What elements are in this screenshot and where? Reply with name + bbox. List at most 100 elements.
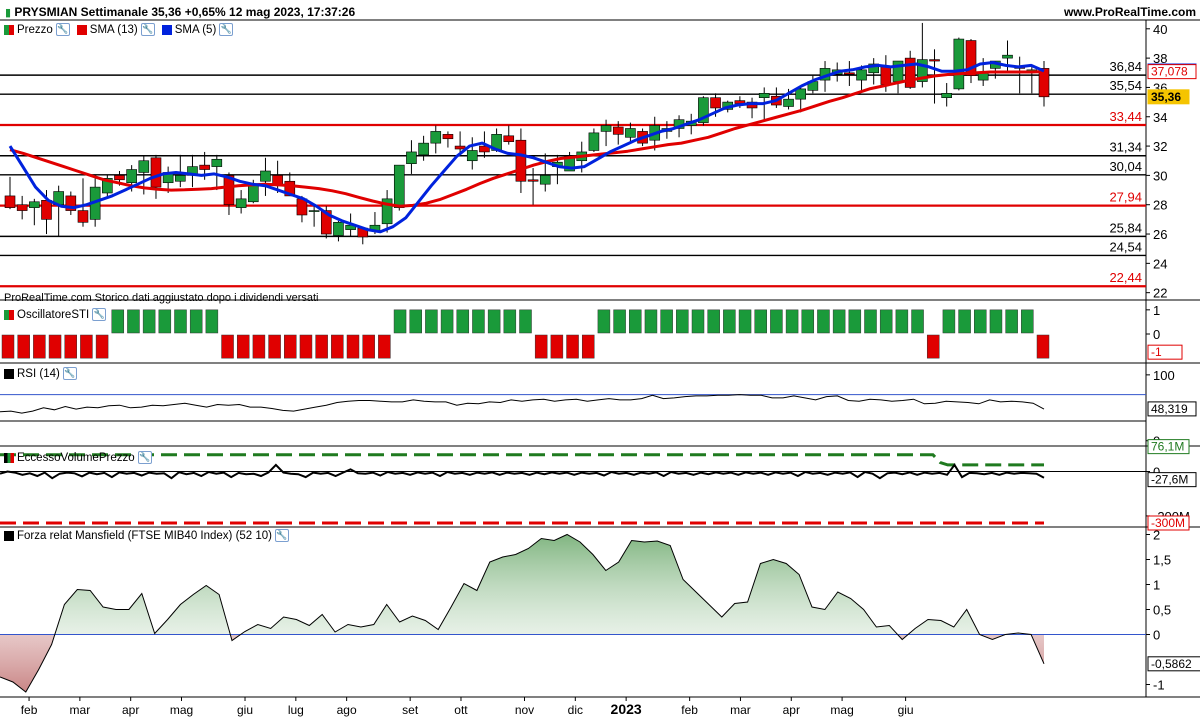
y-tick-label: 28 — [1153, 198, 1167, 213]
candle-body — [430, 131, 442, 144]
rsi-value-tag: 48,319 — [1151, 402, 1188, 416]
sti-bar — [581, 334, 595, 359]
sti-bar — [64, 334, 77, 359]
rsi-legend-label: RSI (14) — [17, 367, 60, 380]
candle-body — [466, 150, 478, 162]
sti-bar — [503, 309, 517, 334]
sti-bar — [566, 334, 579, 359]
y-tick-label: 22 — [1153, 286, 1167, 301]
y-tick-label: 100 — [1153, 368, 1175, 383]
sti-bar — [534, 334, 548, 359]
x-tick-label: mag — [830, 703, 853, 717]
wrench-icon[interactable]: 🔧 — [275, 529, 290, 542]
x-tick-label: mag — [170, 703, 193, 717]
evp-legend-label: EccessoVolumePrezzo — [17, 451, 135, 464]
sma5-legend-label: SMA (5) — [174, 23, 217, 36]
sti-bar — [723, 309, 736, 334]
sti-bar — [346, 334, 360, 359]
sti-bar — [487, 309, 501, 334]
candle-body — [844, 72, 855, 75]
y-tick-label: 1 — [1153, 578, 1160, 593]
sti-bar — [942, 309, 956, 334]
y-tick-label: 26 — [1153, 227, 1167, 242]
wrench-icon[interactable]: 🔧 — [62, 367, 77, 380]
chart-canvas: feb mar apr mag giu lug ago set ott nov dic 2023 feb… — [0, 19, 1200, 717]
candle-body — [199, 164, 210, 170]
sti-bar — [660, 309, 673, 334]
sti-bar — [785, 309, 799, 334]
sti-bar — [754, 309, 767, 334]
sti-bar — [378, 334, 391, 359]
sti-swatch — [4, 309, 14, 320]
sti-bar — [158, 309, 172, 334]
x-tick-label: mar — [730, 703, 751, 717]
sti-bar — [284, 334, 297, 359]
candle-body — [625, 128, 636, 138]
y-tick-label: 2 — [1153, 528, 1160, 543]
candle-body — [333, 222, 344, 236]
sti-bar — [127, 309, 140, 334]
x-tick-label: 2023 — [611, 701, 642, 717]
x-tick-label: dic — [568, 703, 583, 717]
sti-bar — [1, 334, 15, 359]
price-swatch — [4, 24, 14, 35]
y-tick-label: 32 — [1153, 139, 1167, 154]
wrench-icon[interactable]: 🔧 — [92, 308, 107, 321]
sti-bar — [644, 309, 658, 334]
wrench-icon[interactable]: 🔧 — [140, 23, 155, 36]
sti-bar — [205, 309, 219, 334]
sti-bar — [676, 309, 689, 334]
sti-bar — [832, 309, 846, 334]
price-legend: Prezzo 🔧 SMA (13) 🔧 SMA (5) 🔧 — [4, 23, 234, 36]
wrench-icon[interactable]: 🔧 — [55, 23, 70, 36]
price-value-tag: 35,36 — [1151, 90, 1181, 104]
price-value-tag: 37,078 — [1151, 65, 1188, 79]
sti-bar — [879, 309, 893, 334]
sti-bar — [895, 309, 909, 334]
candle-body — [454, 145, 466, 150]
candle-body — [892, 60, 904, 82]
evp-upper-band — [0, 453, 1044, 467]
y-tick-label: 24 — [1153, 256, 1167, 271]
candle-body — [527, 179, 539, 182]
sti-bar — [362, 334, 375, 359]
evp-upper-tag: 76,1M — [1151, 440, 1184, 454]
candle-body — [758, 92, 770, 98]
y-tick-label: 34 — [1153, 110, 1167, 125]
wrench-icon[interactable]: 🔧 — [219, 23, 234, 36]
candle-body — [393, 164, 405, 208]
mansfield-swatch — [4, 530, 14, 541]
evp-legend: EccessoVolumePrezzo 🔧 — [4, 451, 152, 464]
sti-bar — [236, 334, 250, 359]
sma-line — [9, 70, 1045, 208]
sti-bar — [958, 309, 971, 334]
sti-bar — [1036, 334, 1050, 359]
wrench-icon[interactable]: 🔧 — [137, 451, 152, 464]
x-tick-label: ott — [454, 703, 468, 717]
candle-body — [904, 57, 916, 88]
sti-bar — [221, 334, 234, 359]
sti-bar — [95, 334, 109, 359]
x-tick-label: apr — [122, 703, 139, 717]
sti-bar — [864, 309, 877, 334]
candle-body — [442, 134, 454, 140]
chart-title: ▮ PRYSMIAN Settimanale 35,36 +0,65% 12 m… — [5, 5, 355, 19]
mansfield-legend-label: Forza relat Mansfield (FTSE MIB40 Index)… — [17, 529, 273, 542]
candle-body — [235, 198, 247, 208]
sti-bar — [268, 334, 281, 359]
candle-body — [406, 151, 417, 164]
level-label: 27,94 — [1109, 190, 1142, 205]
rsi-legend: RSI (14) 🔧 — [4, 367, 77, 380]
level-label: 35,54 — [1109, 78, 1142, 93]
site-link[interactable]: www.ProRealTime.com — [1064, 5, 1196, 19]
y-tick-label: 1,5 — [1153, 553, 1171, 568]
candle-body — [503, 135, 515, 142]
candle-body — [783, 98, 794, 107]
candle-body — [612, 126, 624, 135]
x-tick-label: giu — [898, 703, 914, 717]
sti-bar — [738, 309, 752, 334]
sti-bar — [80, 334, 93, 359]
sti-bar — [550, 334, 564, 359]
x-tick-label: ago — [337, 703, 357, 717]
sti-bar — [142, 309, 156, 334]
